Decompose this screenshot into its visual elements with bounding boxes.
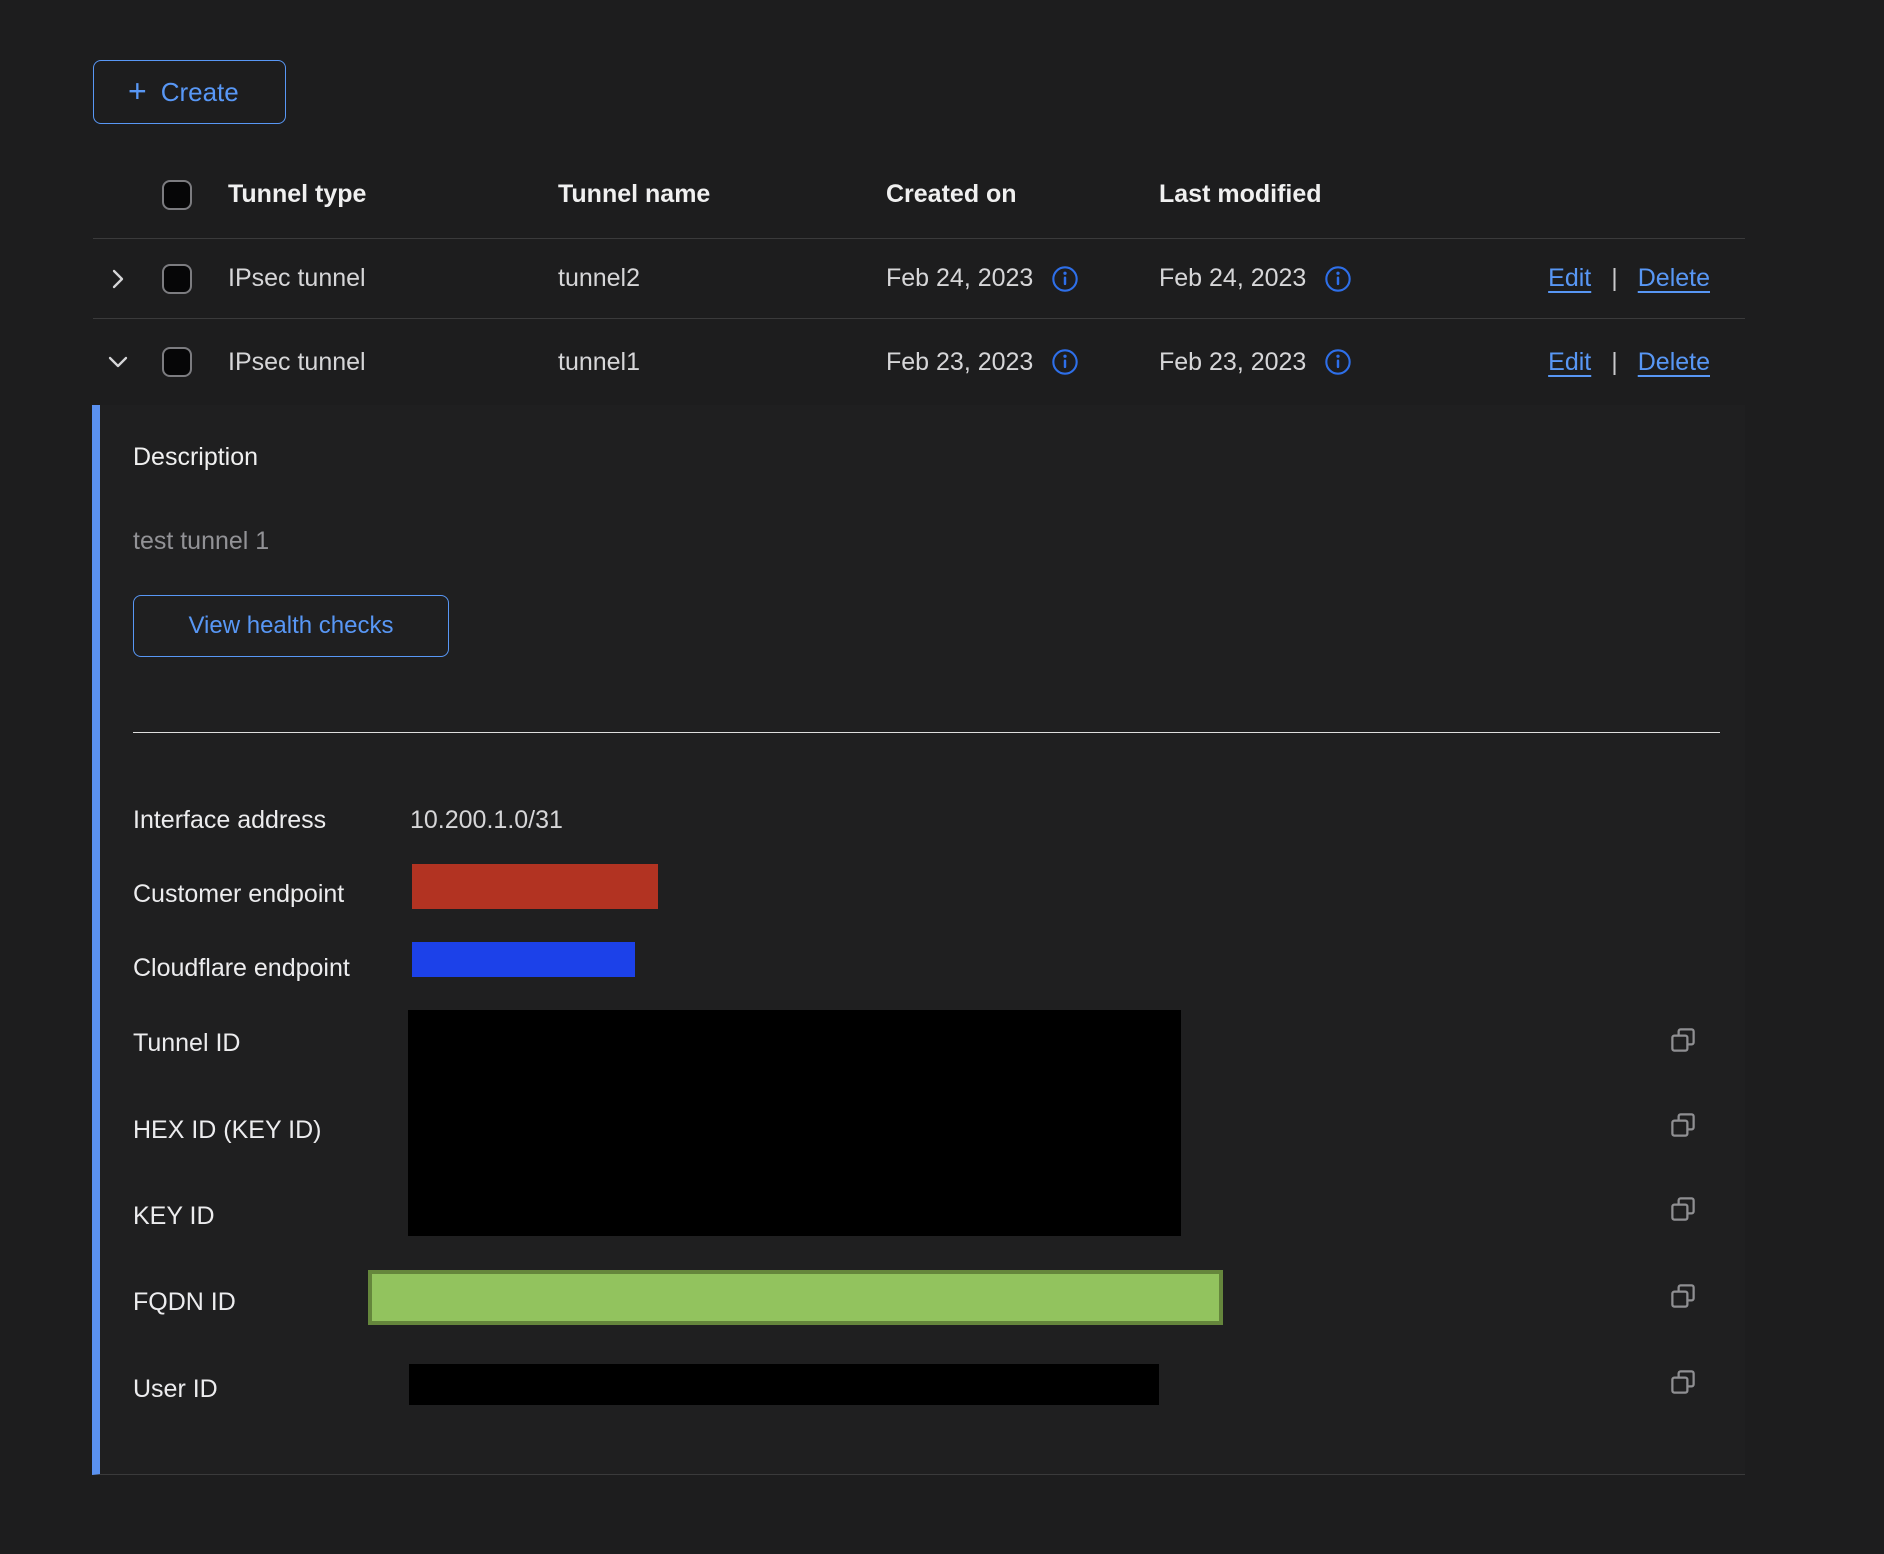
row-checkbox[interactable] — [162, 264, 192, 294]
info-icon[interactable] — [1051, 348, 1079, 376]
customer-endpoint-label: Customer endpoint — [133, 879, 344, 909]
header-tunnel-type: Tunnel type — [211, 180, 523, 209]
panel-divider — [133, 732, 1720, 733]
info-icon[interactable] — [1324, 348, 1352, 376]
create-button[interactable]: + Create — [93, 60, 286, 124]
tunnel-hex-key-id-redaction — [408, 1010, 1181, 1236]
edit-link[interactable]: Edit — [1548, 348, 1591, 377]
cloudflare-endpoint-redaction — [412, 942, 635, 977]
created-on-value: Feb 24, 2023 — [886, 264, 1033, 293]
fqdn-id-label: FQDN ID — [133, 1287, 236, 1317]
header-created-on: Created on — [851, 180, 1124, 209]
cloudflare-endpoint-label: Cloudflare endpoint — [133, 953, 350, 983]
ipsec-tunnels-page: + Create Tunnel type Tunnel name Created… — [0, 0, 1884, 1475]
last-modified-value: Feb 24, 2023 — [1159, 264, 1306, 293]
info-icon[interactable] — [1324, 265, 1352, 293]
actions-separator: | — [1611, 264, 1618, 293]
copy-key-id-icon[interactable] — [1668, 1194, 1698, 1224]
delete-link[interactable]: Delete — [1638, 348, 1710, 377]
tunnel1-details-panel: Description test tunnel 1 View health ch… — [92, 405, 1745, 1475]
copy-fqdn-id-icon[interactable] — [1668, 1281, 1698, 1311]
tunnel-type-cell: IPsec tunnel — [211, 348, 523, 377]
view-health-checks-button[interactable]: View health checks — [133, 595, 449, 657]
actions-separator: | — [1611, 348, 1618, 377]
fqdn-id-redaction — [368, 1270, 1223, 1325]
table-header-row: Tunnel type Tunnel name Created on Last … — [93, 151, 1745, 239]
table-row-tunnel2: IPsec tunnel tunnel2 Feb 24, 2023 Feb 24… — [93, 239, 1745, 319]
tunnels-table: Tunnel type Tunnel name Created on Last … — [93, 151, 1745, 1475]
created-on-value: Feb 23, 2023 — [886, 348, 1033, 377]
collapse-chevron-down-icon[interactable] — [106, 350, 130, 374]
customer-endpoint-redaction — [412, 864, 658, 909]
tunnel-name-cell: tunnel1 — [523, 348, 851, 377]
copy-user-id-icon[interactable] — [1668, 1367, 1698, 1397]
create-button-label: Create — [161, 77, 239, 108]
row-checkbox[interactable] — [162, 347, 192, 377]
hex-id-label: HEX ID (KEY ID) — [133, 1115, 321, 1145]
copy-tunnel-id-icon[interactable] — [1668, 1025, 1698, 1055]
plus-icon: + — [128, 75, 147, 107]
interface-address-label: Interface address — [133, 805, 326, 835]
description-value: test tunnel 1 — [133, 527, 269, 556]
tunnel-name-cell: tunnel2 — [523, 264, 851, 293]
copy-hex-id-icon[interactable] — [1668, 1110, 1698, 1140]
user-id-label: User ID — [133, 1374, 218, 1404]
description-label: Description — [133, 443, 258, 472]
tunnel-type-cell: IPsec tunnel — [211, 264, 523, 293]
interface-address-value: 10.200.1.0/31 — [410, 805, 563, 835]
select-all-checkbox[interactable] — [162, 180, 192, 210]
header-last-modified: Last modified — [1124, 180, 1434, 209]
key-id-label: KEY ID — [133, 1201, 215, 1231]
expand-chevron-right-icon[interactable] — [106, 267, 130, 291]
info-icon[interactable] — [1051, 265, 1079, 293]
edit-link[interactable]: Edit — [1548, 264, 1591, 293]
delete-link[interactable]: Delete — [1638, 264, 1710, 293]
tunnel-id-label: Tunnel ID — [133, 1028, 240, 1058]
table-row-tunnel1: IPsec tunnel tunnel1 Feb 23, 2023 Feb 23… — [93, 319, 1745, 405]
last-modified-value: Feb 23, 2023 — [1159, 348, 1306, 377]
user-id-redaction — [409, 1364, 1159, 1405]
header-tunnel-name: Tunnel name — [523, 180, 851, 209]
